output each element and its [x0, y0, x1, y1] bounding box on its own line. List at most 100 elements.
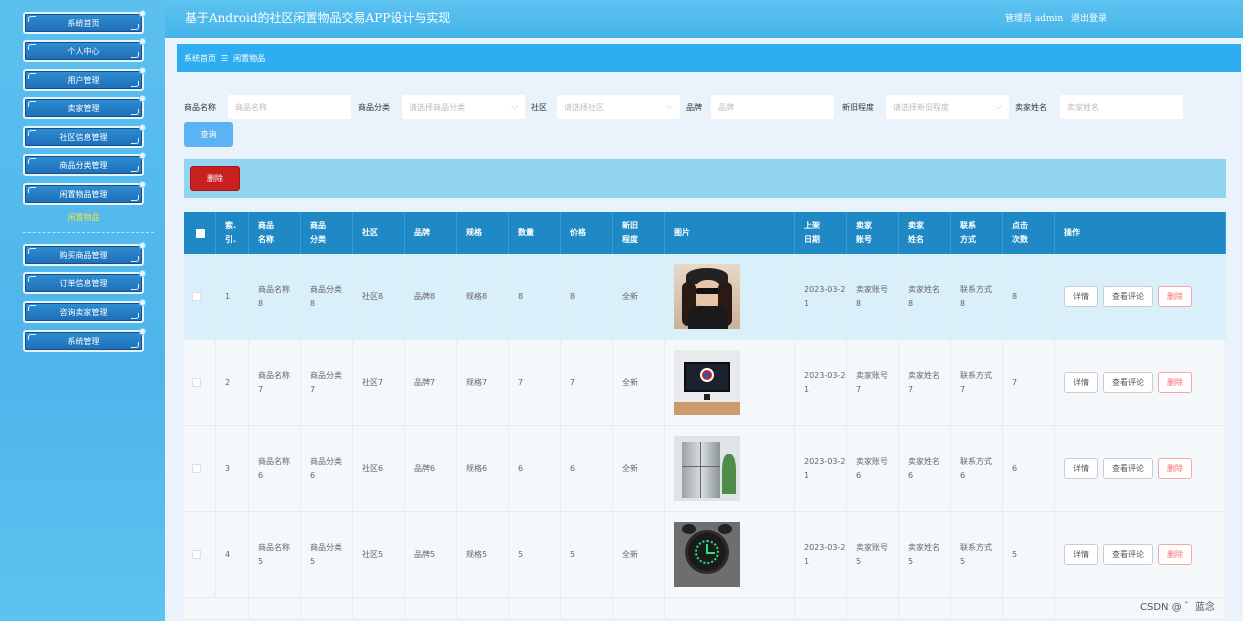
- cell-line: 1: [804, 556, 810, 566]
- cell-name: 商品名称 8: [249, 254, 301, 339]
- chevron-down-icon: ⌵: [511, 102, 518, 112]
- column-header: 索. 引.: [216, 212, 249, 254]
- ornament-icon: [28, 187, 36, 193]
- sidebar-item-label: 闲置物品管理: [59, 189, 108, 199]
- row-checkbox[interactable]: [192, 378, 201, 387]
- view-comments-button[interactable]: 查看评论: [1103, 458, 1153, 479]
- filter-seller-input[interactable]: 卖家姓名: [1059, 94, 1184, 120]
- brand: 品牌5: [414, 549, 436, 559]
- seller-account: 卖家账号 7: [856, 369, 888, 397]
- delete-button[interactable]: 删除: [1158, 544, 1192, 565]
- sidebar-item-2[interactable]: 用户管理: [23, 67, 146, 91]
- filter-condition-label: 新旧程度: [842, 103, 874, 112]
- seller-account: 卖家账号 8: [856, 283, 888, 311]
- ornament-dot-icon: [139, 67, 146, 74]
- detail-button[interactable]: 详情: [1064, 458, 1098, 479]
- cell-seller-name: 卖家姓名 6: [899, 426, 951, 511]
- sidebar-subitem-idle-goods[interactable]: 闲置物品: [23, 212, 144, 223]
- sidebar-item-label: 订单信息管理: [59, 278, 108, 288]
- ornament-icon: [131, 256, 139, 262]
- ornament-dot-icon: [139, 299, 146, 306]
- sidebar-item-7[interactable]: 购买商品管理: [23, 242, 146, 266]
- cell-contact: 联系方式 8: [951, 254, 1003, 339]
- column-header-line: 联系: [960, 221, 976, 230]
- view-comments-button[interactable]: 查看评论: [1103, 372, 1153, 393]
- delete-button[interactable]: 删除: [1158, 286, 1192, 307]
- product-image[interactable]: [674, 264, 740, 329]
- cell-brand: 品牌6: [405, 426, 457, 511]
- cell-price: 5: [561, 512, 613, 597]
- product-image[interactable]: [674, 522, 740, 587]
- sidebar-item-8[interactable]: 订单信息管理: [23, 270, 146, 294]
- filter-brand-input[interactable]: 品牌: [710, 94, 835, 120]
- logout-link[interactable]: 退出登录: [1071, 11, 1107, 24]
- filter-condition-select[interactable]: 请选择新旧程度 ⌵: [885, 94, 1010, 120]
- column-header-line: 分类: [310, 235, 326, 244]
- sidebar-item-5[interactable]: 商品分类管理: [23, 152, 146, 176]
- column-header-text: 卖家 账号: [856, 219, 872, 247]
- view-comments-button[interactable]: 查看评论: [1103, 286, 1153, 307]
- filter-seller-placeholder: 卖家姓名: [1067, 102, 1099, 112]
- cell-line: 8: [960, 298, 966, 308]
- sidebar-item-1[interactable]: 个人中心: [23, 38, 146, 62]
- cell-brand: 品牌7: [405, 340, 457, 425]
- sidebar-item-10[interactable]: 系统管理: [23, 328, 146, 352]
- cell-image: [665, 426, 795, 511]
- row-checkbox[interactable]: [192, 292, 201, 301]
- cell-line: 商品分类: [310, 370, 342, 380]
- bulk-delete-button[interactable]: 删除: [190, 166, 240, 191]
- product-image[interactable]: [674, 436, 740, 501]
- detail-button[interactable]: 详情: [1064, 372, 1098, 393]
- sidebar-item-9[interactable]: 咨询卖家管理: [23, 299, 146, 323]
- filter-category-select[interactable]: 请选择商品分类 ⌵: [401, 94, 526, 120]
- cell-index: 3: [216, 426, 249, 511]
- sidebar-item-4[interactable]: 社区信息管理: [23, 124, 146, 148]
- click-count: 6: [1012, 463, 1018, 473]
- click-count: 8: [1012, 291, 1018, 301]
- product-name: 商品名称 6: [258, 455, 290, 483]
- breadcrumb-home[interactable]: 系统首页: [184, 53, 216, 64]
- sidebar-item-6[interactable]: 闲置物品管理: [23, 181, 146, 205]
- cell-seller-name: 卖家姓名 8: [899, 254, 951, 339]
- community: 社区6: [362, 463, 384, 473]
- delete-button[interactable]: 删除: [1158, 372, 1192, 393]
- cell-date: 2023-03-2 1: [795, 254, 847, 339]
- ornament-icon: [28, 44, 36, 50]
- cell-line: 卖家账号: [856, 456, 888, 466]
- cell-actions: 详情 查看评论 删除: [1055, 512, 1226, 597]
- column-header: 价格: [561, 212, 613, 254]
- cell-seller-name: 卖家姓名 5: [899, 512, 951, 597]
- search-button[interactable]: 查询: [184, 122, 233, 147]
- table-header: 索. 引. 商品 名称 商品 分类 社区 品牌 规格 数量 价格 新旧 程度 图片 上架 日期 卖家 账号 卖家 姓名…: [184, 212, 1226, 254]
- product-image[interactable]: [674, 350, 740, 415]
- cell-name: 商品名称 7: [249, 340, 301, 425]
- detail-button[interactable]: 详情: [1064, 286, 1098, 307]
- cell-quantity: 5: [509, 512, 561, 597]
- cell-contact: 联系方式 5: [951, 512, 1003, 597]
- listing-date: 2023-03-2 1: [804, 541, 845, 569]
- spec: 规格5: [466, 549, 488, 559]
- select-all-checkbox[interactable]: [196, 228, 205, 238]
- row-checkbox[interactable]: [192, 464, 201, 473]
- column-header: 操作: [1055, 212, 1226, 254]
- ornament-dot-icon: [139, 10, 146, 17]
- row-checkbox[interactable]: [192, 550, 201, 559]
- detail-button[interactable]: 详情: [1064, 544, 1098, 565]
- column-header-text: 数量: [518, 226, 534, 240]
- row-select-cell: [184, 340, 216, 425]
- filter-community-select[interactable]: 请选择社区 ⌵: [556, 94, 681, 120]
- filter-name-input[interactable]: 商品名称: [227, 94, 352, 120]
- column-header-line: 卖家: [856, 221, 872, 230]
- price: 8: [570, 291, 576, 301]
- cell-line: 商品名称: [258, 370, 290, 380]
- cell-index: 4: [216, 512, 249, 597]
- column-header-line: 数量: [518, 228, 534, 237]
- view-comments-button[interactable]: 查看评论: [1103, 544, 1153, 565]
- column-header: 规格: [457, 212, 509, 254]
- sidebar-item-3[interactable]: 卖家管理: [23, 95, 146, 119]
- sidebar-item-0[interactable]: 系统首页: [23, 10, 146, 34]
- cell-line: 8: [258, 298, 264, 308]
- quantity: 6: [518, 463, 524, 473]
- cell-community: 社区5: [353, 512, 405, 597]
- delete-button[interactable]: 删除: [1158, 458, 1192, 479]
